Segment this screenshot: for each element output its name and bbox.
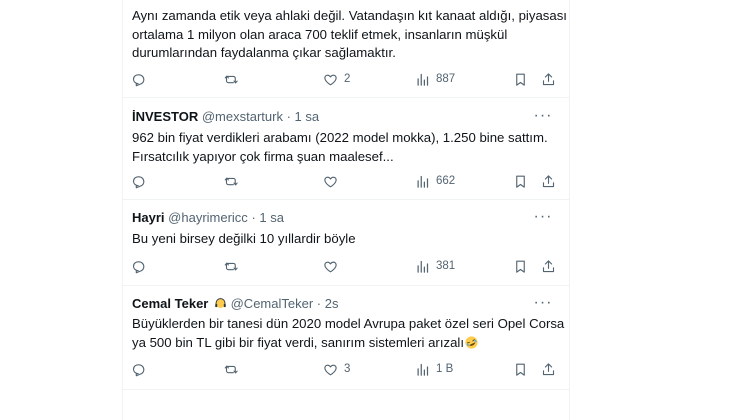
tweet-3[interactable]: Cemal Teker @CemalTeker · 2s ··· Büyükle… bbox=[123, 286, 569, 390]
reply-icon bbox=[132, 175, 145, 188]
bookmark-icon bbox=[516, 260, 525, 273]
retweet-icon bbox=[224, 262, 238, 270]
author-handle[interactable]: @hayrimericc bbox=[168, 210, 248, 225]
tweet-header: Hayri @hayrimericc · 1 sa bbox=[132, 209, 284, 227]
reply-button[interactable] bbox=[131, 172, 152, 190]
more-options-icon[interactable]: ··· bbox=[533, 295, 553, 316]
rofl-emoji-icon bbox=[465, 335, 478, 349]
share-button[interactable] bbox=[541, 70, 556, 88]
tweet-line: Aynı zamanda etik veya ahlaki değil. Vat… bbox=[132, 8, 567, 23]
tweet-actions: 3 1 B bbox=[123, 360, 569, 378]
like-button[interactable] bbox=[323, 257, 344, 275]
retweet-button[interactable] bbox=[224, 70, 245, 88]
retweet-icon bbox=[224, 365, 238, 373]
reply-icon bbox=[132, 73, 145, 86]
retweet-button[interactable] bbox=[224, 172, 245, 190]
view-count: 887 bbox=[436, 73, 456, 85]
reply-button[interactable] bbox=[131, 360, 152, 378]
tweet-line: durumlarından faydalanma çıkar sağlamakt… bbox=[132, 45, 396, 60]
retweet-icon bbox=[224, 177, 238, 185]
bookmark-button[interactable] bbox=[513, 172, 528, 190]
tweet-text: Bu yeni birsey değilki 10 yıllardir böyl… bbox=[132, 230, 562, 249]
tweet-line: ortalama 1 milyon olan araca 700 teklif … bbox=[132, 26, 508, 42]
share-icon bbox=[542, 174, 555, 187]
tweet-line: Bu yeni birsey değilki 10 yıllardir böyl… bbox=[132, 231, 356, 246]
tweet-1[interactable]: İNVESTOR @mexstarturk · 1 sa ··· 962 bin… bbox=[123, 98, 569, 200]
tweet-header: Cemal Teker @CemalTeker · 2s bbox=[132, 295, 339, 313]
bookmark-icon bbox=[516, 363, 525, 376]
tweet-text: 962 bin fiyat verdikleri arabamı (2022 m… bbox=[132, 129, 562, 166]
reply-button[interactable] bbox=[131, 70, 152, 88]
tweet-actions: 662 bbox=[123, 172, 569, 190]
like-button[interactable]: 2 bbox=[323, 70, 350, 88]
share-button[interactable] bbox=[541, 257, 556, 275]
retweet-icon bbox=[224, 75, 238, 83]
tweet-line: Büyüklerden bir tanesi dün 2020 model Av… bbox=[132, 316, 565, 331]
heart-icon bbox=[324, 74, 337, 85]
share-button[interactable] bbox=[541, 172, 556, 190]
author-name[interactable]: Cemal Teker bbox=[132, 296, 208, 311]
separator-dot: · bbox=[251, 210, 256, 225]
author-handle[interactable]: @mexstarturk bbox=[202, 109, 283, 124]
view-count: 1 B bbox=[436, 363, 454, 375]
bookmark-button[interactable] bbox=[513, 70, 528, 88]
separator-dot: · bbox=[286, 109, 291, 124]
tweet-line: ya 500 bin TL gibi bir fiyat verdi, sanı… bbox=[132, 334, 465, 350]
views-button[interactable]: 662 bbox=[415, 172, 455, 190]
tweet-time[interactable]: 2s bbox=[325, 296, 339, 311]
tweet-text: Aynı zamanda etik veya ahlaki değil. Vat… bbox=[132, 7, 567, 63]
bookmark-icon bbox=[516, 175, 525, 188]
heart-icon bbox=[324, 176, 337, 187]
heart-icon bbox=[324, 364, 337, 375]
views-icon bbox=[417, 73, 429, 86]
like-count: 3 bbox=[344, 363, 351, 375]
views-button[interactable]: 381 bbox=[415, 257, 455, 275]
tweet-time[interactable]: 1 sa bbox=[259, 210, 284, 225]
author-handle[interactable]: @CemalTeker bbox=[231, 296, 314, 311]
tweet-time[interactable]: 1 sa bbox=[295, 109, 320, 124]
views-icon bbox=[417, 363, 429, 376]
share-icon bbox=[542, 72, 555, 85]
views-button[interactable]: 887 bbox=[415, 70, 455, 88]
view-count: 381 bbox=[436, 260, 456, 272]
views-button[interactable]: 1 B bbox=[415, 360, 453, 378]
timeline: Aynı zamanda etik veya ahlaki değil. Vat… bbox=[122, 0, 570, 420]
more-options-icon[interactable]: ··· bbox=[533, 209, 553, 230]
view-count: 662 bbox=[436, 175, 456, 187]
share-icon bbox=[542, 362, 555, 375]
tweet-text: Büyüklerden bir tanesi dün 2020 model Av… bbox=[132, 315, 565, 352]
like-button[interactable] bbox=[323, 172, 344, 190]
bookmark-button[interactable] bbox=[513, 360, 528, 378]
tweet-header: İNVESTOR @mexstarturk · 1 sa bbox=[132, 108, 319, 126]
share-button[interactable] bbox=[541, 360, 556, 378]
share-icon bbox=[542, 259, 555, 272]
more-options-icon[interactable]: ··· bbox=[533, 108, 553, 129]
headphones-emoji-icon bbox=[215, 298, 226, 308]
tweet-line: 962 bin fiyat verdikleri arabamı (2022 m… bbox=[132, 130, 548, 145]
reply-icon bbox=[132, 260, 145, 273]
bookmark-icon bbox=[516, 73, 525, 86]
author-name[interactable]: İNVESTOR bbox=[132, 109, 198, 124]
views-icon bbox=[417, 260, 429, 273]
heart-icon bbox=[324, 261, 337, 272]
tweet-2[interactable]: Hayri @hayrimericc · 1 sa ··· Bu yeni bi… bbox=[123, 200, 569, 286]
reply-button[interactable] bbox=[131, 257, 152, 275]
tweet-line: Fırsatcılık yapıyor çok firma şuan maale… bbox=[132, 148, 394, 164]
views-icon bbox=[417, 175, 429, 188]
bookmark-button[interactable] bbox=[513, 257, 528, 275]
tweet-0[interactable]: Aynı zamanda etik veya ahlaki değil. Vat… bbox=[123, 0, 569, 98]
separator-dot: · bbox=[316, 296, 322, 311]
author-name[interactable]: Hayri bbox=[132, 210, 165, 225]
like-count: 2 bbox=[344, 73, 351, 85]
reply-icon bbox=[132, 363, 145, 376]
retweet-button[interactable] bbox=[224, 257, 245, 275]
tweet-actions: 2 887 bbox=[123, 70, 569, 88]
like-button[interactable]: 3 bbox=[323, 360, 350, 378]
tweet-actions: 381 bbox=[123, 257, 569, 275]
retweet-button[interactable] bbox=[224, 360, 245, 378]
